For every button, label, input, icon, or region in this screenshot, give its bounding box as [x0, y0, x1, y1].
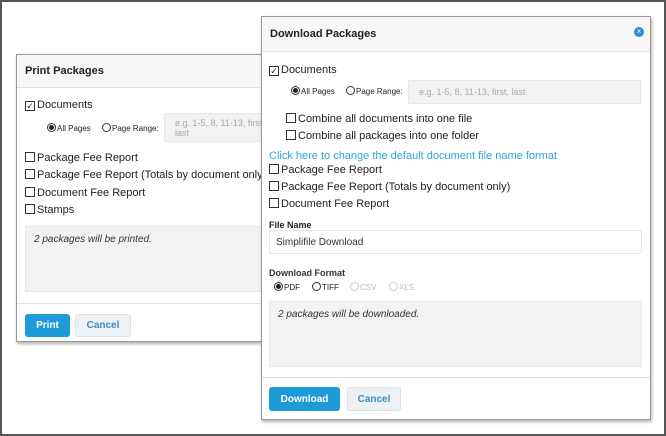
- file-name-input[interactable]: Simplifile Download: [269, 230, 642, 254]
- checkbox-icon: [286, 130, 296, 140]
- checkbox-label: Document Fee Report: [37, 187, 146, 199]
- radio-label: Page Range:: [112, 124, 159, 133]
- checkbox-icon: [25, 169, 35, 179]
- combine-packages-checkbox[interactable]: Combine all packages into one folder: [286, 130, 479, 142]
- checkbox-icon: [25, 152, 35, 162]
- radio-label: CSV: [360, 283, 377, 292]
- print-option-package-fee-totals[interactable]: Package Fee Report (Totals by document o…: [25, 169, 266, 181]
- checkbox-label: Package Fee Report (Totals by document o…: [37, 169, 267, 181]
- checkbox-icon: [25, 187, 35, 197]
- radio-label: TIFF: [322, 283, 339, 292]
- message-text: 2 packages will be downloaded.: [278, 309, 420, 320]
- print-option-package-fee-report[interactable]: Package Fee Report: [25, 152, 138, 164]
- placeholder: e.g. 1-5, 8, 11-13, first, last: [175, 117, 265, 138]
- radio-label: PDF: [284, 283, 300, 292]
- radio-selected-icon: [47, 123, 56, 132]
- download-dialog-header: Download Packages: [262, 17, 650, 52]
- checkbox-label: Combine all packages into one folder: [298, 130, 480, 142]
- format-xls-radio: XLS: [389, 282, 414, 292]
- download-page-range-radio[interactable]: Page Range:: [346, 86, 403, 96]
- checkbox-checked-icon: ✓: [25, 101, 35, 111]
- download-option-package-fee-totals[interactable]: Package Fee Report (Totals by document o…: [269, 181, 510, 193]
- change-file-name-format-link[interactable]: Click here to change the default documen…: [269, 150, 557, 162]
- checkbox-icon: [269, 164, 279, 174]
- file-name-label: File Name: [269, 220, 312, 230]
- download-button[interactable]: Download: [269, 387, 340, 411]
- placeholder: e.g. 1-5, 8, 11-13, first, last: [419, 87, 526, 97]
- checkbox-icon: [269, 198, 279, 208]
- format-csv-radio: CSV: [350, 282, 376, 292]
- print-packages-dialog: Print Packages ✓ Documents All Pages Page…: [16, 54, 274, 342]
- download-all-pages-radio[interactable]: All Pages: [291, 86, 335, 96]
- divider: [262, 377, 650, 378]
- download-format-label: Download Format: [269, 268, 345, 278]
- radio-label: All Pages: [301, 87, 335, 96]
- checkbox-icon: [25, 204, 35, 214]
- print-button[interactable]: Print: [25, 314, 70, 337]
- download-dialog-title: Download Packages: [270, 28, 377, 40]
- print-cancel-button[interactable]: Cancel: [75, 314, 131, 337]
- print-page-range-radio[interactable]: Page Range:: [102, 123, 159, 133]
- download-message-area[interactable]: 2 packages will be downloaded.: [269, 301, 642, 367]
- radio-label: XLS: [399, 283, 415, 292]
- radio-icon: [102, 123, 111, 132]
- divider: [17, 303, 265, 304]
- checkbox-label: Package Fee Report: [281, 164, 382, 176]
- combine-documents-checkbox[interactable]: Combine all documents into one file: [286, 113, 472, 125]
- download-documents-checkbox[interactable]: ✓ Documents: [269, 64, 337, 76]
- print-dialog-title: Print Packages: [25, 65, 104, 77]
- checkbox-label: Combine all documents into one file: [298, 113, 473, 125]
- print-all-pages-radio[interactable]: All Pages: [47, 123, 91, 133]
- radio-label: Page Range:: [356, 87, 403, 96]
- print-documents-checkbox[interactable]: ✓ Documents: [25, 99, 93, 111]
- print-page-range-input[interactable]: e.g. 1-5, 8, 11-13, first, last: [164, 113, 274, 142]
- checkbox-icon: [286, 113, 296, 123]
- radio-disabled-icon: [389, 282, 398, 291]
- close-icon[interactable]: ×: [634, 27, 644, 37]
- download-page-range-input[interactable]: e.g. 1-5, 8, 11-13, first, last: [408, 80, 641, 104]
- download-cancel-button[interactable]: Cancel: [347, 387, 401, 411]
- checkbox-label: Documents: [37, 99, 93, 111]
- download-packages-dialog: Download Packages × ✓ Documents All Pages…: [261, 16, 651, 420]
- radio-selected-icon: [274, 282, 283, 291]
- checkbox-label: Package Fee Report: [37, 152, 138, 164]
- download-option-package-fee-report[interactable]: Package Fee Report: [269, 164, 382, 176]
- radio-disabled-icon: [350, 282, 359, 291]
- format-tiff-radio[interactable]: TIFF: [312, 282, 339, 292]
- checkbox-label: Package Fee Report (Totals by document o…: [281, 181, 511, 193]
- checkbox-label: Stamps: [37, 204, 75, 216]
- message-text: 2 packages will be printed.: [34, 234, 152, 245]
- print-dialog-header: Print Packages: [17, 55, 265, 88]
- checkbox-icon: [269, 181, 279, 191]
- radio-label: All Pages: [57, 124, 91, 133]
- print-option-stamps[interactable]: Stamps: [25, 204, 74, 216]
- download-option-document-fee-report[interactable]: Document Fee Report: [269, 198, 389, 210]
- radio-icon: [346, 86, 355, 95]
- radio-selected-icon: [291, 86, 300, 95]
- checkbox-checked-icon: ✓: [269, 66, 279, 76]
- checkbox-label: Documents: [281, 64, 337, 76]
- format-pdf-radio[interactable]: PDF: [274, 282, 300, 292]
- radio-icon: [312, 282, 321, 291]
- checkbox-label: Document Fee Report: [281, 198, 390, 210]
- print-message-area[interactable]: 2 packages will be printed.: [25, 226, 265, 292]
- print-option-document-fee-report[interactable]: Document Fee Report: [25, 187, 145, 199]
